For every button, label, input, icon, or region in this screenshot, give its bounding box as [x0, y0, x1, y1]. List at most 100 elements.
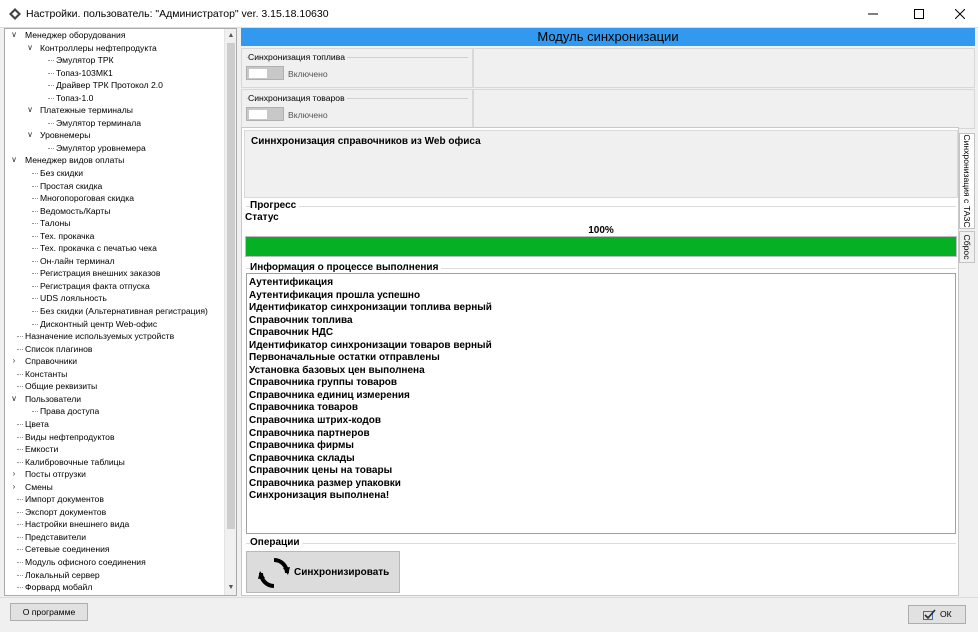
- tree-item[interactable]: ∨ Контроллеры нефтепродукта: [5, 42, 225, 55]
- tree-item[interactable]: Тех. прокачка с печатью чека: [5, 242, 225, 255]
- log-line: Справочник цены на товары: [249, 465, 393, 477]
- fuel-sync-group: Синхронизация топлива Включено: [241, 48, 473, 88]
- tree-item[interactable]: ∨ Уровнемеры: [5, 129, 225, 142]
- tree-item[interactable]: Сетевые соединения: [5, 543, 225, 556]
- tree-item-label: Без скидки (Альтернативная регистрация): [40, 306, 208, 317]
- chevron-right-icon[interactable]: ›: [10, 468, 18, 480]
- log-line: Справочника размер упаковки: [249, 477, 401, 489]
- chevron-down-icon[interactable]: ∨: [26, 42, 34, 54]
- close-button[interactable]: [942, 0, 978, 28]
- ok-button[interactable]: ОК: [908, 605, 966, 624]
- tree-item[interactable]: Без скидки: [5, 167, 225, 180]
- chevron-right-icon[interactable]: ›: [10, 355, 18, 367]
- chevron-down-icon[interactable]: ∨: [10, 29, 18, 41]
- tree-item[interactable]: Простая скидка: [5, 180, 225, 193]
- log-line: Справочника партнеров: [249, 427, 370, 439]
- tree-item[interactable]: Назначение используемых устройств: [5, 330, 225, 343]
- tree-item[interactable]: UDS лояльность: [5, 292, 225, 305]
- diamond-icon: [9, 8, 21, 20]
- tree-item[interactable]: › Посты отгрузки: [5, 468, 225, 481]
- tree-item[interactable]: Топаз-1.0: [5, 92, 225, 105]
- tree-item-label: Общие реквизиты: [25, 381, 98, 392]
- chevron-down-icon[interactable]: ∨: [10, 154, 18, 166]
- tree-item[interactable]: Эмулятор уровнемера: [5, 142, 225, 155]
- tree-item[interactable]: Регистрация внешних заказов: [5, 267, 225, 280]
- tree-item-label: Он-лайн терминал: [40, 255, 115, 266]
- log-line: Справочника склады: [249, 452, 355, 464]
- sync-button[interactable]: Синхронизировать: [246, 551, 400, 593]
- tree-item[interactable]: › Смены: [5, 481, 225, 494]
- tree-item-label: Эмулятор уровнемера: [56, 142, 146, 153]
- tree-item[interactable]: Он-лайн терминал: [5, 255, 225, 268]
- progress-percent: 100%: [588, 225, 614, 236]
- tree-item[interactable]: ∨ Пользователи: [5, 393, 225, 406]
- goods-sync-title: Синхронизация товаров: [248, 93, 347, 103]
- tree-item[interactable]: Виды нефтепродуктов: [5, 431, 225, 444]
- scroll-down-icon[interactable]: ▼: [225, 582, 236, 594]
- tree-item[interactable]: Форвард мобайл: [5, 581, 225, 594]
- settings-tree[interactable]: ∨ Менеджер оборудования ∨ Контроллеры нефте…: [4, 28, 237, 596]
- log-box[interactable]: Аутентификация Аутентификация прошла успе…: [246, 273, 956, 534]
- scrollbar-thumb[interactable]: [227, 43, 235, 529]
- tree-item-label: Топаз-1.0: [56, 92, 94, 103]
- minimize-button[interactable]: [850, 0, 896, 28]
- tree-item[interactable]: Емкости: [5, 443, 225, 456]
- tree-item[interactable]: Топаз-103МК1: [5, 67, 225, 80]
- tree-item[interactable]: Без скидки (Альтернативная регистрация): [5, 305, 225, 318]
- tree-item[interactable]: Права доступа: [5, 405, 225, 418]
- tab-reset[interactable]: Сброс: [959, 231, 975, 263]
- chevron-down-icon[interactable]: ∨: [26, 129, 34, 141]
- tree-item[interactable]: Эмулятор терминала: [5, 117, 225, 130]
- tree-item[interactable]: Представители: [5, 531, 225, 544]
- tree-item[interactable]: Калибровочные таблицы: [5, 456, 225, 469]
- goods-sync-toggle[interactable]: [246, 107, 284, 121]
- chevron-down-icon[interactable]: ∨: [26, 104, 34, 116]
- minimize-icon: [868, 13, 878, 15]
- tree-item[interactable]: Цвета: [5, 418, 225, 431]
- tree-item[interactable]: Локальный сервер: [5, 569, 225, 582]
- tree-item-label: Настройки внешнего вида: [25, 519, 130, 530]
- tree-scrollbar[interactable]: ▲ ▼: [224, 29, 236, 595]
- tree-item[interactable]: Регистрация факта отпуска: [5, 280, 225, 293]
- tree-item[interactable]: › Справочники: [5, 355, 225, 368]
- progress-bar-fill: [246, 237, 956, 256]
- tree-item-label: Тех. прокачка с печатью чека: [40, 243, 157, 254]
- chevron-right-icon[interactable]: ›: [10, 481, 18, 493]
- tree-item-label: Регистрация внешних заказов: [40, 268, 161, 279]
- tab-sync-tazs[interactable]: Синхронизация с ТАЗС: [959, 133, 975, 229]
- scroll-up-icon[interactable]: ▲: [225, 30, 236, 42]
- fuel-sync-toggle[interactable]: [246, 66, 284, 80]
- log-line: Аутентификация прошла успешно: [249, 289, 421, 301]
- progress-title: Прогресс: [250, 200, 300, 211]
- tree-item[interactable]: Список плагинов: [5, 343, 225, 356]
- sync-module-panel: Модуль синхронизации Синхронизация топли…: [241, 28, 975, 596]
- chevron-down-icon[interactable]: ∨: [10, 393, 18, 405]
- about-button[interactable]: О программе: [10, 603, 88, 621]
- bottom-bar: О программе ОК: [0, 597, 978, 632]
- tree-item-label: Справочники: [25, 356, 78, 367]
- tree-item[interactable]: Драйвер ТРК Протокол 2.0: [5, 79, 225, 92]
- tree-item[interactable]: Многопороговая скидка: [5, 192, 225, 205]
- tree-item-label: Сетевые соединения: [25, 544, 110, 555]
- operations-title: Операции: [250, 537, 303, 548]
- tree-item[interactable]: ∨ Платежные терминалы: [5, 104, 225, 117]
- tree-item[interactable]: Общие реквизиты: [5, 380, 225, 393]
- tree-item[interactable]: Тех. прокачка: [5, 230, 225, 243]
- log-line: Аутентификация: [249, 277, 334, 288]
- tree-item-label: Представители: [25, 531, 86, 542]
- tree-item[interactable]: Экспорт документов: [5, 506, 225, 519]
- tree-item[interactable]: ∨ Менеджер видов оплаты: [5, 154, 225, 167]
- tree-item[interactable]: Настройки внешнего вида: [5, 518, 225, 531]
- tree-item[interactable]: ∨ Менеджер оборудования: [5, 29, 225, 42]
- tree-item[interactable]: Импорт документов: [5, 493, 225, 506]
- tree-item[interactable]: Эмулятор ТРК: [5, 54, 225, 67]
- log-line: Справочника фирмы: [249, 440, 354, 452]
- maximize-button[interactable]: [896, 0, 942, 28]
- tree-item[interactable]: Константы: [5, 368, 225, 381]
- tree-item-label: Пользователи: [25, 393, 82, 404]
- tree-item[interactable]: Ведомость/Карты: [5, 205, 225, 218]
- tree-item[interactable]: Талоны: [5, 217, 225, 230]
- tree-item[interactable]: Дисконтный центр Web-офис: [5, 318, 225, 331]
- tree-item[interactable]: Модуль офисного соединения: [5, 556, 225, 569]
- log-line: Справочника единиц измерения: [249, 389, 410, 401]
